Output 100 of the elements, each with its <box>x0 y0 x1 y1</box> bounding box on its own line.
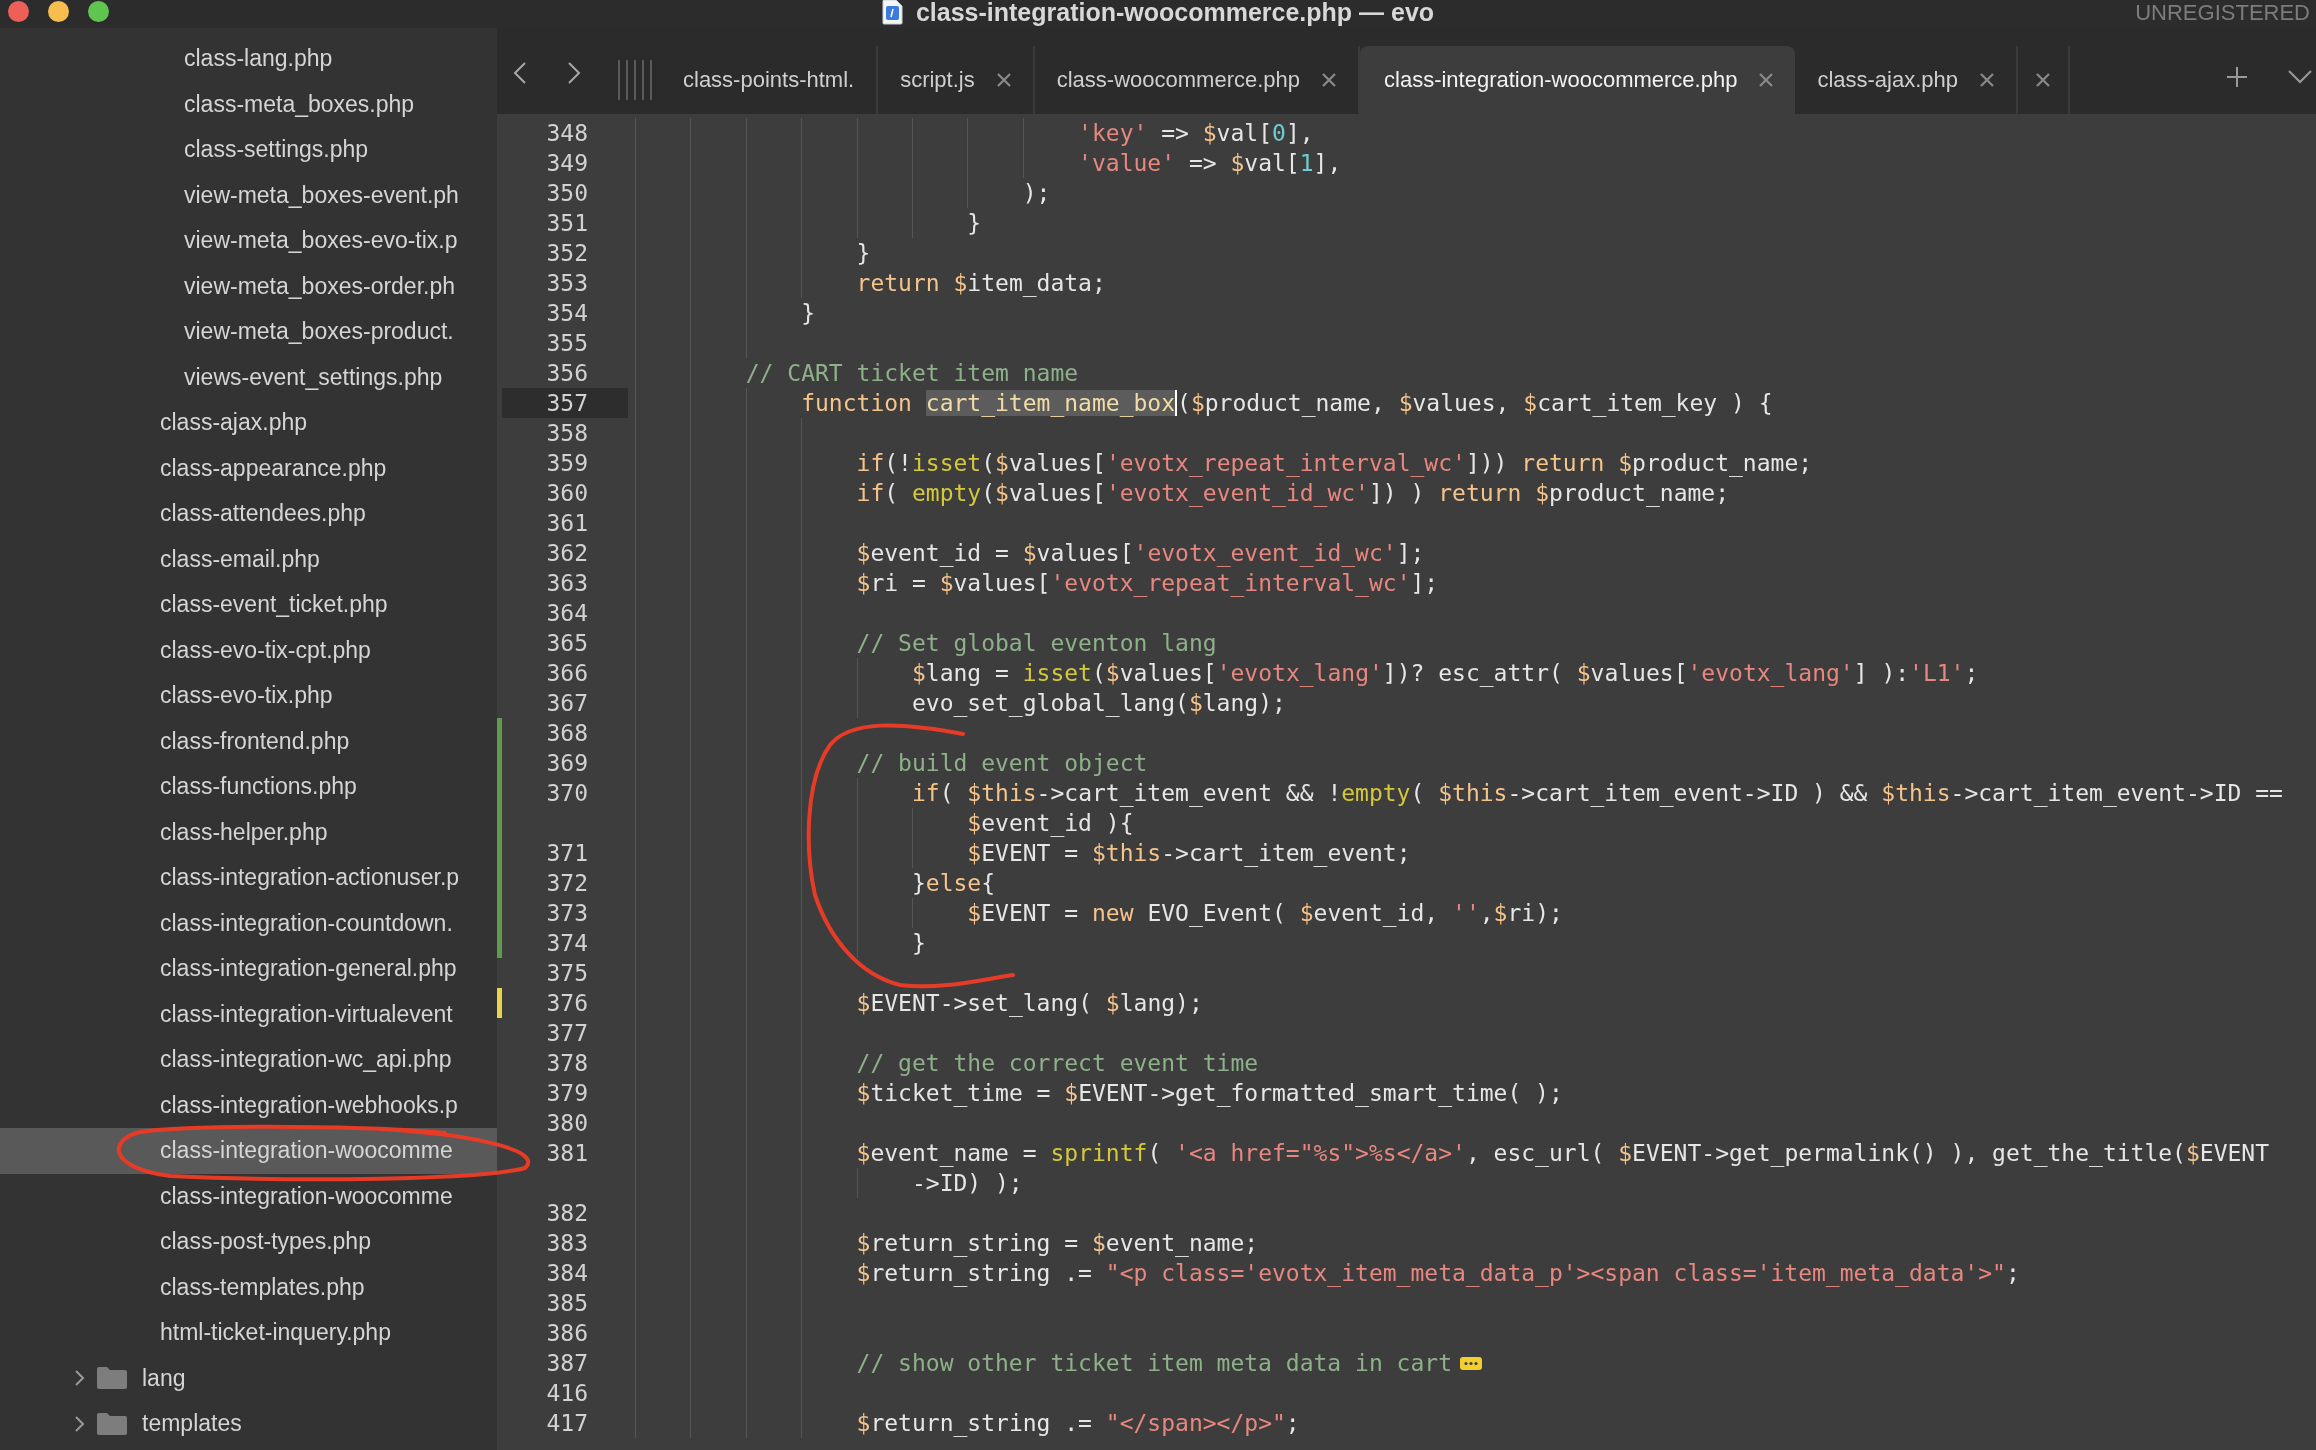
file-item[interactable]: html-ticket-inquery.php <box>0 1310 497 1356</box>
file-item[interactable]: view-meta_boxes-product. <box>0 309 497 355</box>
code-line: function cart_item_name_box($product_name, $values, $cart_item_key ) { <box>801 389 1773 418</box>
file-item[interactable]: class-email.php <box>0 536 497 582</box>
folder-icon <box>96 1366 128 1391</box>
code-line: $EVENT->set_lang( $lang); <box>856 989 1203 1018</box>
close-icon[interactable] <box>1759 73 1774 87</box>
back-icon[interactable] <box>513 61 527 85</box>
close-icon[interactable] <box>1322 73 1337 87</box>
file-item[interactable]: view-meta_boxes-evo-tix.p <box>0 218 497 264</box>
file-item[interactable]: class-attendees.php <box>0 491 497 537</box>
code-line: $return_string .= "</span></p>"; <box>856 1409 1300 1438</box>
code-line: // get the correct event time <box>856 1049 1259 1078</box>
file-item[interactable]: class-evo-tix.php <box>0 673 497 719</box>
folder-name: lang <box>142 1364 186 1392</box>
minimize-button[interactable] <box>48 1 69 22</box>
code-line: evo_set_global_lang($lang); <box>911 689 1286 718</box>
line-number: 367 <box>545 689 589 718</box>
code-line: $EVENT = new EVO_Event( $event_id, '',$ri); <box>967 899 1563 928</box>
code-line: if( $this->cart_item_event && !empty( $this->cart_item_event->ID ) && $this->cart_item_event->ID == <box>911 779 2283 808</box>
line-number: 370 <box>545 779 589 808</box>
code-line: $event_id = $values['evotx_event_id_wc']; <box>856 539 1425 568</box>
file-item[interactable]: view-meta_boxes-event.ph <box>0 172 497 218</box>
file-item[interactable]: class-post-types.php <box>0 1219 497 1265</box>
file-item[interactable]: class-frontend.php <box>0 718 497 764</box>
file-item[interactable]: class-integration-webhooks.p <box>0 1082 497 1128</box>
file-item[interactable]: class-settings.php <box>0 127 497 173</box>
line-number: 355 <box>545 329 589 358</box>
close-button[interactable] <box>8 1 29 22</box>
file-item[interactable]: class-integration-countdown. <box>0 900 497 946</box>
file-item[interactable]: class-lang.php <box>0 36 497 82</box>
code-line: $return_string = $event_name; <box>856 1229 1259 1258</box>
code-line: // show other ticket item meta data in cart <box>856 1349 1452 1378</box>
code-line: 'key' => $val[0], <box>1078 119 1314 148</box>
code-line: // build event object <box>856 749 1148 778</box>
file-item[interactable]: class-meta_boxes.php <box>0 81 497 127</box>
code-line: } <box>967 209 982 238</box>
line-number: 382 <box>545 1199 589 1228</box>
line-number: 379 <box>545 1079 589 1108</box>
code-line: if( empty($values['evotx_event_id_wc']) ) return $product_name; <box>856 479 1730 508</box>
line-number: 360 <box>545 479 589 508</box>
file-item[interactable]: class-integration-woocomme <box>0 1173 497 1219</box>
line-number: 373 <box>545 899 589 928</box>
line-number: 387 <box>545 1349 589 1378</box>
code-line: // CART ticket item name <box>745 359 1079 388</box>
line-number: 378 <box>545 1049 589 1078</box>
line-number: 375 <box>545 959 589 988</box>
line-number: 384 <box>545 1259 589 1288</box>
chevron-icon <box>74 1369 86 1388</box>
line-number: 416 <box>545 1379 589 1408</box>
line-number: 359 <box>545 449 589 478</box>
file-item[interactable]: class-templates.php <box>0 1264 497 1310</box>
line-number: 350 <box>545 179 589 208</box>
line-number: 381 <box>545 1139 589 1168</box>
zoom-button[interactable] <box>88 1 109 22</box>
file-item[interactable]: views-event_settings.php <box>0 354 497 400</box>
file-item[interactable]: class-integration-actionuser.p <box>0 855 497 901</box>
line-number: 353 <box>545 269 589 298</box>
code-line: $lang = isset($values['evotx_lang'])? esc_attr( $values['evotx_lang'] ):'L1'; <box>911 659 1979 688</box>
license-status: UNREGISTERED <box>2135 0 2310 26</box>
line-number: 386 <box>545 1319 589 1348</box>
file-item[interactable]: class-ajax.php <box>0 400 497 446</box>
code-line: } <box>801 299 815 328</box>
line-number: 364 <box>545 599 589 628</box>
file-item[interactable]: class-integration-virtualevent <box>0 991 497 1037</box>
close-icon[interactable] <box>1980 73 1995 87</box>
file-item[interactable]: class-functions.php <box>0 764 497 810</box>
code-line: $event_id ){ <box>967 809 1134 838</box>
code-line: }else{ <box>911 869 996 898</box>
line-number: 374 <box>545 929 589 958</box>
file-item[interactable]: class-integration-woocomme <box>0 1128 497 1174</box>
folded-code-icon[interactable] <box>1460 1356 1482 1370</box>
line-number: 371 <box>545 839 589 868</box>
file-item[interactable]: class-appearance.php <box>0 445 497 491</box>
folder-name: templates <box>142 1410 242 1438</box>
file-item[interactable]: class-evo-tix-cpt.php <box>0 627 497 673</box>
code-line: if(!isset($values['evotx_repeat_interval_wc'])) return $product_name; <box>856 449 1813 478</box>
forward-icon[interactable] <box>567 61 581 85</box>
folder-item[interactable]: templates <box>0 1401 497 1447</box>
line-number: 385 <box>545 1289 589 1318</box>
line-number: 362 <box>545 539 589 568</box>
line-number: 372 <box>545 869 589 898</box>
file-item[interactable]: class-integration-general.php <box>0 946 497 992</box>
add-tab-icon[interactable] <box>2226 66 2248 88</box>
code-line: ); <box>1022 179 1051 208</box>
line-number: 383 <box>545 1229 589 1258</box>
line-number: 369 <box>545 749 589 778</box>
folder-icon <box>96 1411 128 1436</box>
code-line: $ri = $values['evotx_repeat_interval_wc']; <box>856 569 1439 598</box>
line-number: 354 <box>545 299 589 328</box>
chevron-down-icon[interactable] <box>2288 70 2312 84</box>
tab[interactable]: class-integration-woocommerce.php <box>1360 46 1796 114</box>
file-item[interactable]: class-helper.php <box>0 809 497 855</box>
file-item[interactable]: class-event_ticket.php <box>0 582 497 628</box>
close-icon[interactable] <box>996 73 1011 87</box>
close-icon[interactable] <box>2036 73 2051 87</box>
file-item[interactable]: view-meta_boxes-order.ph <box>0 263 497 309</box>
file-item[interactable]: class-integration-wc_api.php <box>0 1037 497 1083</box>
folder-item[interactable]: lang <box>0 1355 497 1401</box>
line-number: 380 <box>545 1109 589 1138</box>
